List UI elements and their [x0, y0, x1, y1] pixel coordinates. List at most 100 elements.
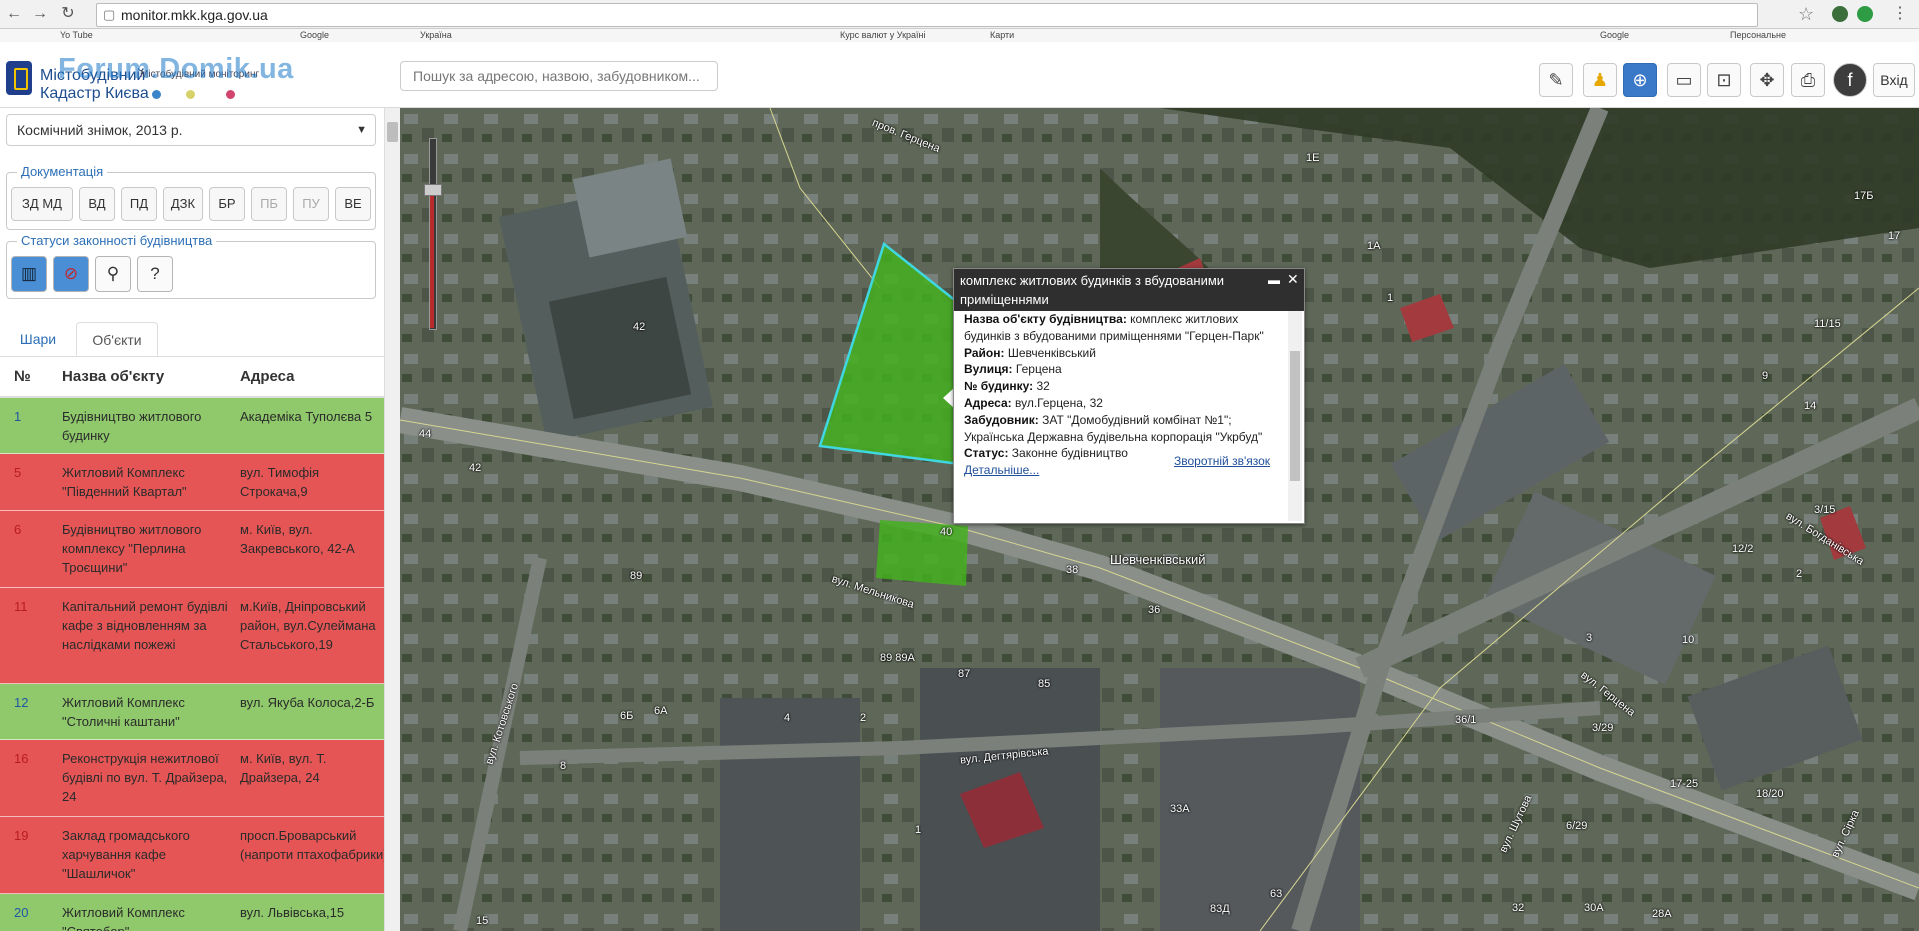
facebook-button[interactable]: f	[1833, 63, 1867, 97]
house-number: 11/15	[1814, 318, 1841, 330]
doc-button-pb[interactable]: ПБ	[251, 187, 287, 221]
row-name[interactable]: Капітальний ремонт будівлі кафе з віднов…	[62, 597, 237, 654]
search-icon: ⚲	[106, 264, 120, 283]
tab-objects[interactable]: Об'єкти	[76, 322, 158, 356]
row-name[interactable]: Будівництво житлового комплексу "Перлина…	[62, 520, 237, 577]
row-name[interactable]: Житловий Комплекс "Святобор"	[62, 903, 237, 931]
sidebar: Космічний знімок, 2013 р. ▼ Документація…	[0, 108, 384, 931]
browser-toolbar: ← → ↻ ▢ monitor.mkk.kga.gov.ua ☆ ⋮	[0, 0, 1919, 29]
table-row[interactable]: 1 Будівництво житлового будинку Академік…	[0, 398, 384, 454]
doc-button-dzk[interactable]: ДЗК	[163, 187, 203, 221]
tab-layers[interactable]: Шари	[8, 322, 68, 356]
field-value: Шевченківський	[1007, 345, 1096, 360]
doc-button-pd[interactable]: ПД	[121, 187, 157, 221]
doc-button-br[interactable]: БР	[209, 187, 245, 221]
legal-construction-button[interactable]: ▥	[11, 256, 47, 292]
details-link[interactable]: Детальніше...	[964, 463, 1039, 477]
menu-icon[interactable]: ⋮	[1890, 4, 1910, 24]
column-header-num[interactable]: №	[14, 368, 31, 385]
house-number: 2	[860, 712, 867, 724]
table-row[interactable]: 16 Реконструкція нежитлової будівлі по в…	[0, 740, 384, 817]
search-status-button[interactable]: ⚲	[95, 256, 131, 292]
house-number: 89	[630, 570, 643, 582]
table-row[interactable]: 12 Житловий Комплекс "Столичні каштани" …	[0, 684, 384, 740]
column-header-address[interactable]: Адреса	[240, 368, 295, 385]
grammarly-icon[interactable]	[1857, 6, 1873, 22]
layer-select[interactable]: Космічний знімок, 2013 р. ▼	[6, 114, 376, 146]
row-name[interactable]: Реконструкція нежитлової будівлі по вул.…	[62, 749, 237, 806]
edit-tool-button[interactable]: ✎	[1539, 63, 1573, 97]
house-number: 6/29	[1566, 820, 1588, 832]
bookmark-item[interactable]: Курс валют у Україні	[840, 30, 926, 40]
close-icon[interactable]: ✕	[1287, 271, 1299, 288]
house-number: 33А	[1170, 803, 1190, 815]
zoom-slider-handle[interactable]	[424, 184, 442, 196]
popup-scrollbar[interactable]	[1288, 311, 1302, 521]
row-name[interactable]: Будівництво житлового будинку	[62, 407, 237, 445]
url-text: monitor.mkk.kga.gov.ua	[121, 7, 268, 23]
page-icon: ▢	[103, 7, 116, 22]
fullscreen-button[interactable]: ✥	[1750, 63, 1784, 97]
doc-button-zd-md[interactable]: ЗД МД	[11, 187, 73, 221]
house-number: 1А	[1367, 240, 1381, 252]
doc-button-vd[interactable]: ВД	[79, 187, 115, 221]
table-row[interactable]: 11 Капітальний ремонт будівлі кафе з від…	[0, 588, 384, 684]
printer-icon: ⎙	[1800, 70, 1816, 90]
sidebar-scrollbar[interactable]	[384, 108, 401, 931]
row-name[interactable]: Житловий Комплекс "Південний Квартал"	[62, 463, 237, 501]
house-number: 9	[1762, 370, 1769, 382]
print-button[interactable]: ⎙	[1791, 63, 1825, 97]
house-number: 87	[958, 668, 971, 680]
row-address: вул. Львівська,15	[240, 905, 345, 920]
status-legend: Статуси законності будівництва	[17, 233, 217, 248]
bookmark-item[interactable]: Yo Tube	[60, 30, 93, 40]
field-label: Статус:	[964, 446, 1009, 461]
address-bar[interactable]: ▢ monitor.mkk.kga.gov.ua	[96, 3, 1758, 27]
geolocate-button[interactable]: ⊕	[1623, 63, 1657, 97]
field-label: Район:	[964, 345, 1005, 360]
forward-icon[interactable]: →	[30, 4, 50, 24]
measure-area-button[interactable]: ⊡	[1707, 63, 1741, 97]
row-name[interactable]: Заклад громадського харчування кафе "Шаш…	[62, 826, 237, 883]
back-icon[interactable]: ←	[4, 4, 24, 24]
table-row[interactable]: 5 Житловий Комплекс "Південний Квартал" …	[0, 454, 384, 511]
bookmark-item[interactable]: Карти	[990, 30, 1014, 40]
streetview-button[interactable]: ♟	[1583, 63, 1617, 97]
pencil-icon: ✎	[1548, 70, 1564, 90]
table-row[interactable]: 6 Будівництво житлового комплексу "Перли…	[0, 511, 384, 588]
row-number: 12	[14, 695, 29, 710]
reload-icon[interactable]: ↻	[58, 4, 78, 24]
scrollbar-thumb[interactable]	[387, 122, 398, 142]
row-number: 16	[14, 751, 29, 766]
field-label: Вулиця:	[964, 362, 1013, 377]
illegal-construction-button[interactable]: ⊘	[53, 256, 89, 292]
maximize-icon[interactable]: ▬	[1268, 273, 1280, 287]
help-status-button[interactable]: ?	[137, 256, 173, 292]
layer-select-value: Космічний знімок, 2013 р.	[17, 122, 183, 138]
table-row[interactable]: 19 Заклад громадського харчування кафе "…	[0, 817, 384, 894]
extension-icon[interactable]	[1832, 6, 1848, 22]
measure-distance-button[interactable]: ▭	[1667, 63, 1701, 97]
doc-button-pu[interactable]: ПУ	[293, 187, 329, 221]
watermark: Forum.Domik.ua	[58, 53, 294, 85]
bookmark-item[interactable]: Персональне	[1730, 30, 1786, 40]
logo-subtitle[interactable]: Кадастр Києва	[40, 85, 149, 103]
bookmark-item[interactable]: Україна	[420, 30, 452, 40]
building-icon: ▥	[20, 264, 38, 283]
pegman-icon: ♟	[1591, 70, 1609, 90]
bookmark-star-icon[interactable]: ☆	[1798, 4, 1814, 25]
house-number: 3/29	[1592, 722, 1614, 734]
search-input[interactable]	[400, 61, 718, 91]
doc-button-ve[interactable]: ВЕ	[335, 187, 371, 221]
table-row[interactable]: 20 Житловий Комплекс "Святобор" вул. Льв…	[0, 894, 384, 931]
documentation-group: Документація ЗД МД ВД ПД ДЗК БР ПБ ПУ ВЕ	[6, 164, 376, 230]
bookmark-item[interactable]: Google	[1600, 30, 1629, 40]
feedback-link[interactable]: Зворотній зв'язок	[1174, 454, 1270, 468]
column-header-name[interactable]: Назва об'єкту	[62, 368, 164, 385]
row-name[interactable]: Житловий Комплекс "Столичні каштани"	[62, 693, 237, 731]
login-button[interactable]: Вхід	[1873, 63, 1915, 97]
house-number: 4	[784, 712, 791, 724]
popup-scrollbar-thumb[interactable]	[1290, 351, 1300, 481]
bookmark-item[interactable]: Google	[300, 30, 329, 40]
kyiv-emblem-icon[interactable]	[6, 61, 32, 95]
